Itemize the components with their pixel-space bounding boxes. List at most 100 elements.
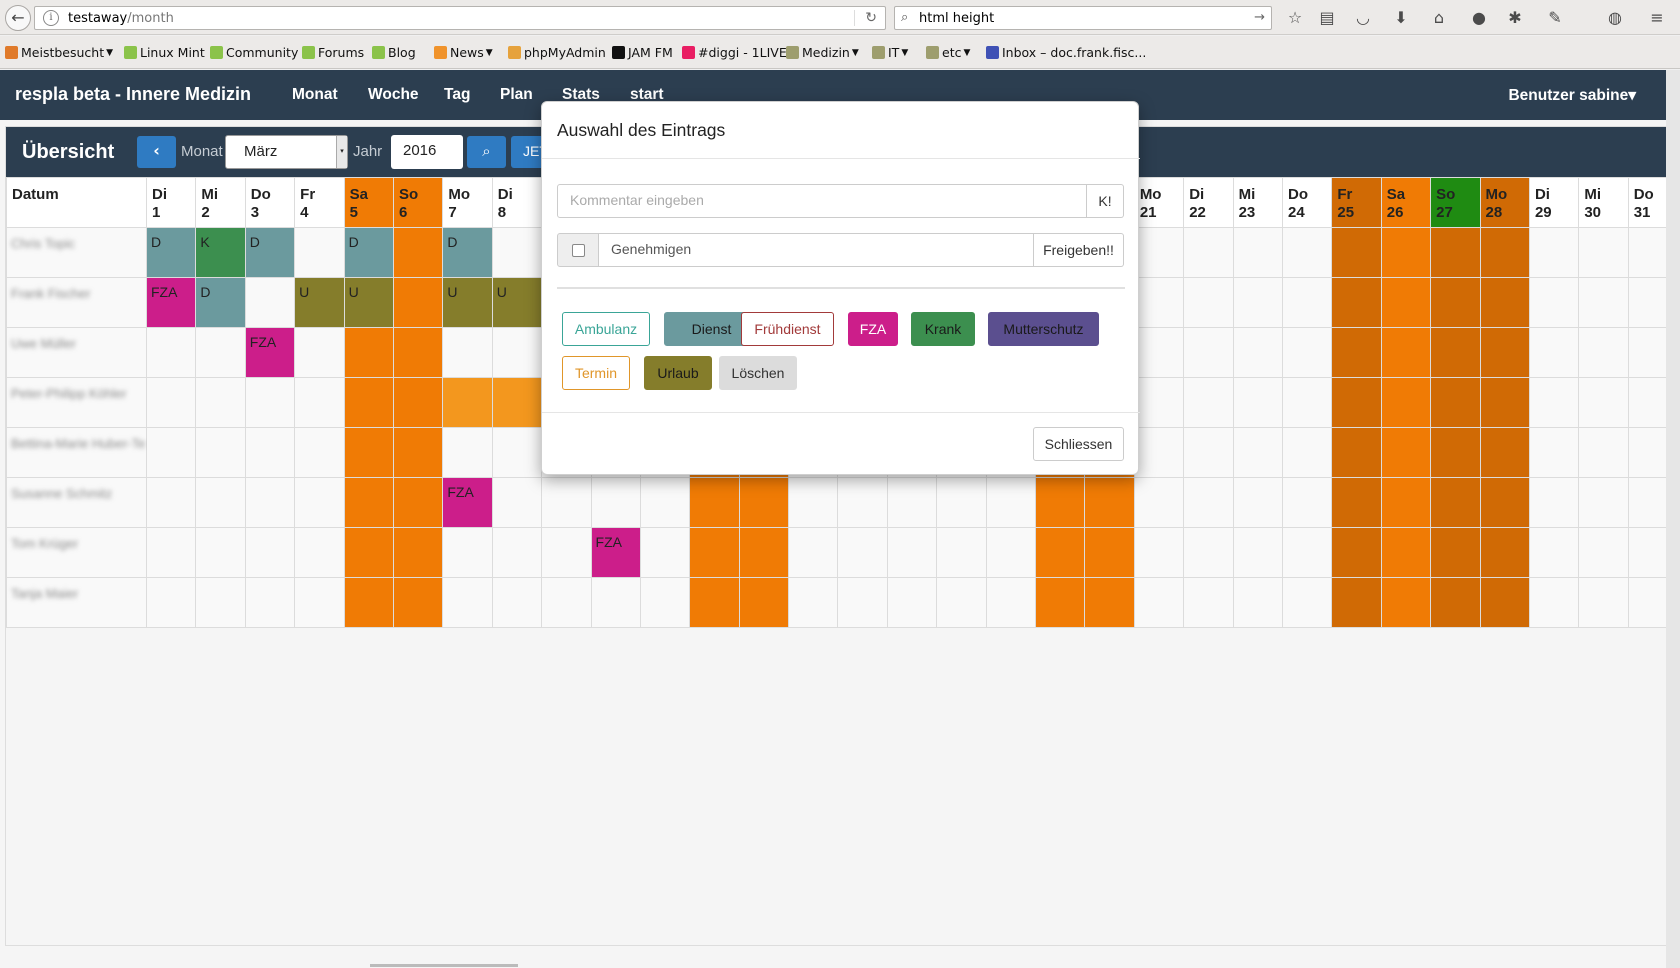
day-cell[interactable] (1528, 477, 1580, 528)
day-cell[interactable] (491, 327, 543, 378)
day-cell[interactable] (244, 527, 296, 578)
day-cell[interactable] (1281, 477, 1333, 528)
day-cell[interactable] (491, 377, 543, 428)
day-cell[interactable] (195, 527, 246, 578)
day-cell[interactable] (1035, 577, 1086, 628)
day-cell[interactable] (1331, 527, 1382, 578)
close-button[interactable]: Schliessen (1033, 427, 1124, 461)
day-cell[interactable] (1035, 477, 1086, 528)
day-cell[interactable] (244, 377, 296, 428)
day-cell[interactable] (1281, 527, 1333, 578)
day-cell[interactable] (195, 577, 246, 628)
day-cell[interactable] (1281, 277, 1333, 328)
day-cell[interactable] (392, 377, 444, 428)
day-cell[interactable] (1430, 577, 1481, 628)
day-cell[interactable] (145, 327, 197, 378)
day-cell[interactable] (1578, 577, 1629, 628)
nav-monat[interactable]: Monat (292, 86, 338, 104)
bookmark-item[interactable]: Medizin ▼ (786, 45, 859, 60)
day-cell[interactable]: D (343, 227, 394, 278)
day-cell[interactable] (294, 377, 345, 428)
bookmark-item[interactable]: phpMyAdmin (508, 45, 606, 60)
day-cell[interactable] (294, 227, 345, 278)
entry-type-button[interactable]: FZA (848, 312, 898, 346)
day-cell[interactable] (294, 427, 345, 478)
day-cell[interactable] (1380, 477, 1432, 528)
day-cell[interactable] (1528, 527, 1580, 578)
tools-icon[interactable]: ✎ (1544, 7, 1566, 29)
prev-month-button[interactable]: ‹ (137, 136, 176, 168)
day-cell[interactable] (195, 477, 246, 528)
day-cell[interactable] (1331, 327, 1382, 378)
day-cell[interactable] (1183, 527, 1234, 578)
day-cell[interactable] (689, 477, 740, 528)
bookmark-item[interactable]: Meistbesucht ▼ (5, 45, 113, 60)
search-bar[interactable]: ⌕ html height → (894, 6, 1272, 30)
day-cell[interactable]: D (244, 227, 296, 278)
day-cell[interactable] (590, 477, 641, 528)
day-cell[interactable] (1281, 227, 1333, 278)
search-button[interactable]: ⌕ (467, 136, 506, 168)
entry-type-button[interactable]: Termin (562, 356, 630, 390)
day-cell[interactable] (1133, 377, 1185, 428)
day-cell[interactable] (1331, 227, 1382, 278)
day-cell[interactable] (491, 577, 543, 628)
window-scrollbar[interactable] (1666, 70, 1680, 968)
day-cell[interactable] (1578, 477, 1629, 528)
day-cell[interactable] (1183, 427, 1234, 478)
day-cell[interactable] (639, 527, 691, 578)
addon-icon[interactable]: ◍ (1604, 7, 1626, 29)
day-cell[interactable] (1479, 427, 1530, 478)
day-cell[interactable] (1084, 477, 1135, 528)
day-cell[interactable] (343, 327, 394, 378)
approve-checkbox[interactable] (572, 244, 585, 257)
day-cell[interactable] (392, 327, 444, 378)
day-cell[interactable] (837, 577, 888, 628)
bookmark-star-icon[interactable]: ☆ (1284, 7, 1306, 29)
entry-type-button[interactable]: Mutterschutz (988, 312, 1099, 346)
day-cell[interactable] (442, 577, 493, 628)
day-cell[interactable]: U (294, 277, 345, 328)
day-cell[interactable] (837, 477, 888, 528)
day-cell[interactable] (392, 427, 444, 478)
day-cell[interactable] (1578, 527, 1629, 578)
day-cell[interactable] (392, 277, 444, 328)
day-cell[interactable]: FZA (442, 477, 493, 528)
day-cell[interactable] (343, 577, 394, 628)
day-cell[interactable] (1183, 227, 1234, 278)
day-cell[interactable] (244, 577, 296, 628)
day-cell[interactable] (1479, 577, 1530, 628)
day-cell[interactable]: K (195, 227, 246, 278)
day-cell[interactable] (936, 477, 987, 528)
day-cell[interactable] (738, 577, 790, 628)
day-cell[interactable]: D (442, 227, 493, 278)
entry-type-button[interactable]: Löschen (719, 356, 797, 390)
day-cell[interactable] (689, 527, 740, 578)
url-bar[interactable]: i testaway/month ↻ (34, 6, 886, 30)
day-cell[interactable] (1281, 377, 1333, 428)
day-cell[interactable] (491, 527, 543, 578)
day-cell[interactable] (1183, 327, 1234, 378)
chat-icon[interactable]: ● (1468, 7, 1490, 29)
day-cell[interactable] (1133, 577, 1185, 628)
day-cell[interactable] (1578, 377, 1629, 428)
day-cell[interactable] (1430, 477, 1481, 528)
bookmark-item[interactable]: News ▼ (434, 45, 493, 60)
day-cell[interactable] (1133, 327, 1185, 378)
day-cell[interactable] (1331, 377, 1382, 428)
day-cell[interactable] (1380, 577, 1432, 628)
day-cell[interactable] (343, 427, 394, 478)
day-cell[interactable] (1232, 377, 1283, 428)
day-cell[interactable] (1084, 527, 1135, 578)
day-cell[interactable] (1578, 227, 1629, 278)
day-cell[interactable] (1183, 377, 1234, 428)
back-arrow-icon[interactable]: ← (5, 5, 31, 31)
day-cell[interactable]: U (491, 277, 543, 328)
download-icon[interactable]: ⬇ (1390, 7, 1412, 29)
home-icon[interactable]: ⌂ (1428, 7, 1450, 29)
day-cell[interactable] (936, 577, 987, 628)
day-cell[interactable] (1133, 427, 1185, 478)
day-cell[interactable] (1232, 327, 1283, 378)
day-cell[interactable] (294, 527, 345, 578)
bookmark-item[interactable]: JAM FM (612, 45, 673, 60)
